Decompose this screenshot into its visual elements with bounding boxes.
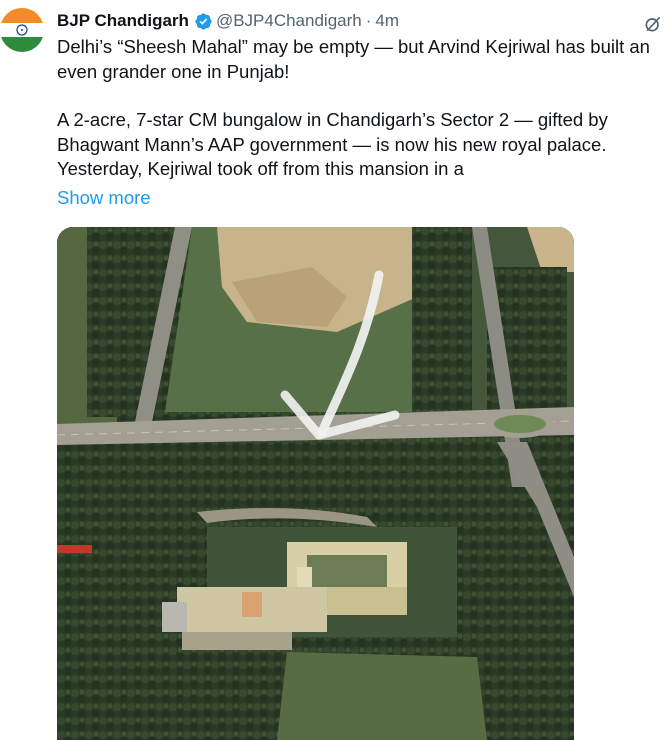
tweet-line: even grander one in Punjab! (57, 60, 290, 82)
avatar[interactable] (0, 8, 44, 52)
tweet-line: A 2-acre, 7-star CM bungalow in Chandiga… (57, 109, 608, 130)
tweet-image[interactable] (57, 227, 574, 740)
author-name[interactable]: BJP Chandigarh (57, 11, 189, 31)
separator-dot: · (365, 11, 372, 30)
author-handle[interactable]: @BJP4Chandigarh (216, 11, 362, 31)
tweet-line: Delhi’s “Sheesh Mahal” may be empty — bu… (57, 36, 650, 57)
satellite-map-image (57, 227, 574, 740)
timestamp[interactable]: 4m (375, 11, 399, 31)
tweet-header: BJP Chandigarh @BJP4Chandigarh · 4m (57, 11, 665, 31)
india-flag-avatar (0, 8, 44, 52)
tweet-line: Yesterday, Kejriwal took off from this m… (57, 158, 464, 179)
tweet-line: Bhagwant Mann’s AAP government — is now … (57, 133, 607, 155)
show-more-link[interactable]: Show more (57, 187, 151, 209)
tweet-text: Delhi’s “Sheesh Mahal” may be empty — bu… (57, 35, 665, 182)
grok-icon[interactable] (643, 14, 663, 34)
verified-badge-icon (195, 12, 212, 30)
